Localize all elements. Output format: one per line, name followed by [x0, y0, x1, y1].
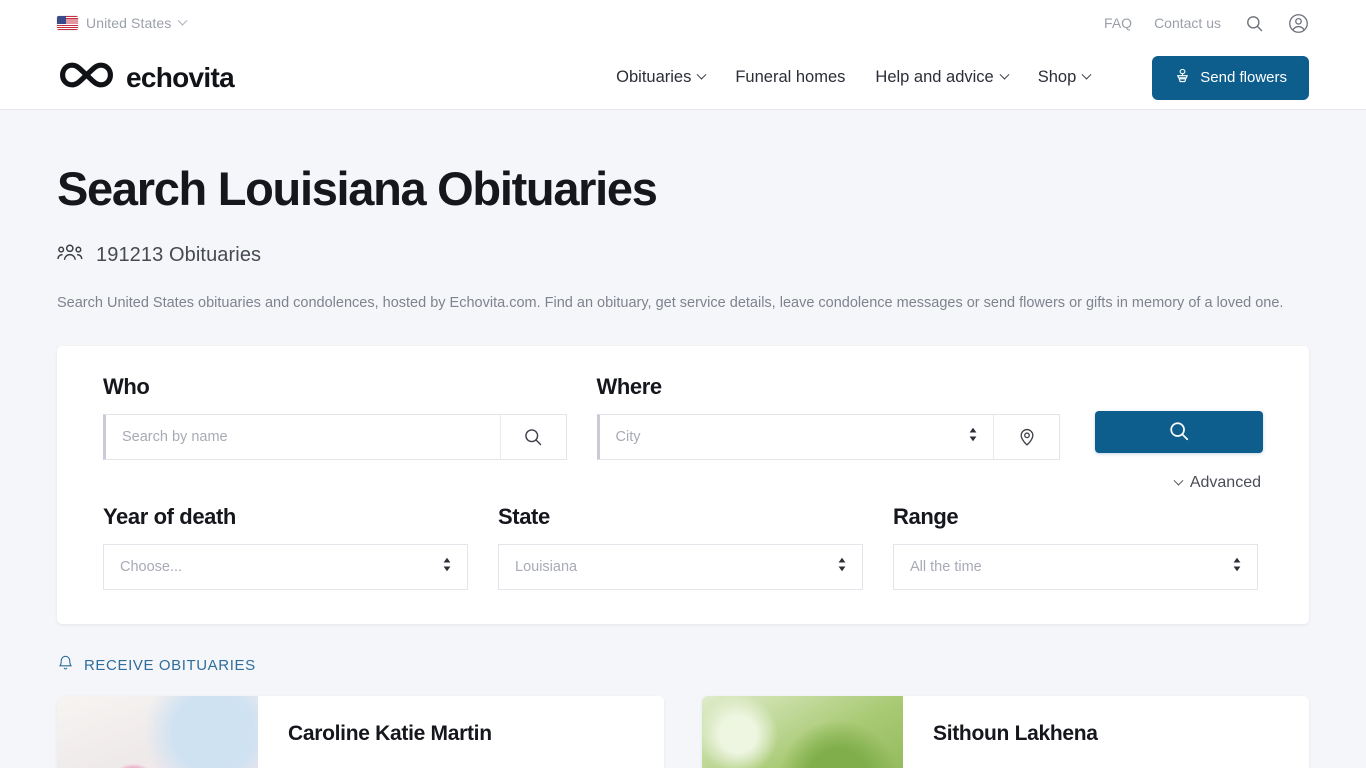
obituary-cards: Caroline Katie Martin Sithoun Lakhena — [57, 696, 1309, 768]
logo-wordmark: echovita — [126, 61, 235, 93]
search-by-name-input[interactable] — [106, 415, 500, 460]
country-label: United States — [86, 15, 172, 31]
pink-roses-photo — [57, 696, 258, 768]
search-icon[interactable] — [1243, 12, 1265, 34]
who-label: Who — [103, 374, 150, 400]
nav-obituaries[interactable]: Obituaries — [616, 68, 707, 87]
us-flag-icon — [57, 16, 78, 30]
nav-funeral-homes[interactable]: Funeral homes — [735, 68, 845, 87]
advanced-toggle[interactable]: Advanced — [103, 474, 1261, 492]
where-block: Where City — [596, 374, 1060, 461]
nav-obituaries-label: Obituaries — [616, 68, 692, 86]
advanced-label: Advanced — [1189, 474, 1261, 492]
nav-shop-label: Shop — [1037, 68, 1077, 86]
submit-block — [1095, 374, 1263, 454]
who-block: Who — [103, 374, 567, 461]
country-selector[interactable]: United States — [57, 15, 188, 31]
filter-state: State Louisiana — [498, 504, 863, 591]
obituary-count: 191213 Obituaries — [57, 243, 1309, 268]
who-search-icon[interactable] — [499, 415, 566, 460]
obituary-card[interactable]: Caroline Katie Martin — [57, 696, 664, 768]
page-title: Search Louisiana Obituaries — [57, 162, 658, 215]
obituary-card[interactable]: Sithoun Lakhena — [702, 696, 1309, 768]
advanced-filters: Year of death Choose... State Louisiana … — [103, 504, 1263, 591]
chevron-down-icon — [1081, 69, 1092, 80]
state-select[interactable]: Louisiana — [499, 559, 862, 576]
page-content: Search Louisiana Obituaries 191213 Obitu… — [0, 110, 1366, 768]
receive-obituaries-label: RECEIVE OBITUARIES — [84, 657, 256, 675]
chevron-down-icon — [999, 69, 1010, 80]
echovita-logo[interactable]: echovita — [57, 60, 235, 95]
faq-link[interactable]: FAQ — [1104, 15, 1132, 31]
year-of-death-label: Year of death — [103, 504, 236, 530]
site-header: United States FAQ Contact us echovita Ob… — [0, 0, 1366, 110]
obituary-card-name: Sithoun Lakhena — [933, 722, 1098, 746]
where-input-group: City — [596, 414, 1060, 461]
range-label: Range — [893, 504, 959, 530]
search-panel: Who Where City — [57, 346, 1309, 625]
nav-help-and-advice-label: Help and advice — [875, 68, 994, 86]
page-description: Search United States obituaries and cond… — [57, 295, 1284, 312]
main-navigation-bar: echovita Obituaries Funeral homes Help a… — [57, 46, 1309, 109]
chevron-down-icon — [1173, 475, 1184, 486]
utility-bar: United States FAQ Contact us — [57, 0, 1309, 46]
who-input-group — [103, 414, 567, 461]
city-select[interactable]: City — [599, 415, 993, 460]
chevron-down-icon — [696, 69, 707, 80]
search-icon — [1168, 420, 1190, 445]
state-label: State — [498, 504, 550, 530]
nav-links: Obituaries Funeral homes Help and advice… — [616, 55, 1309, 100]
nav-shop[interactable]: Shop — [1037, 68, 1092, 87]
contact-us-link[interactable]: Contact us — [1154, 15, 1221, 31]
obituary-count-text: 191213 Obituaries — [96, 244, 262, 267]
obituary-card-name: Caroline Katie Martin — [288, 722, 492, 746]
filter-year-of-death: Year of death Choose... — [103, 504, 468, 591]
chevron-down-icon — [177, 15, 188, 26]
green-foliage-photo — [702, 696, 903, 768]
search-submit-button[interactable] — [1095, 411, 1263, 454]
range-select[interactable]: All the time — [894, 559, 1257, 576]
bouquet-icon — [1174, 67, 1191, 88]
map-pin-icon[interactable] — [993, 415, 1059, 460]
receive-obituaries-link[interactable]: RECEIVE OBITUARIES — [57, 654, 1309, 677]
bell-icon — [57, 654, 74, 677]
filter-range: Range All the time — [893, 504, 1258, 591]
infinity-logo-icon — [57, 60, 116, 95]
send-flowers-button[interactable]: Send flowers — [1152, 55, 1309, 100]
year-of-death-select[interactable]: Choose... — [104, 559, 467, 576]
nav-help-and-advice[interactable]: Help and advice — [875, 68, 1010, 87]
where-label: Where — [596, 374, 663, 400]
nav-funeral-homes-label: Funeral homes — [735, 68, 846, 86]
user-account-icon[interactable] — [1287, 12, 1309, 34]
send-flowers-label: Send flowers — [1200, 69, 1287, 86]
people-group-icon — [57, 243, 83, 268]
